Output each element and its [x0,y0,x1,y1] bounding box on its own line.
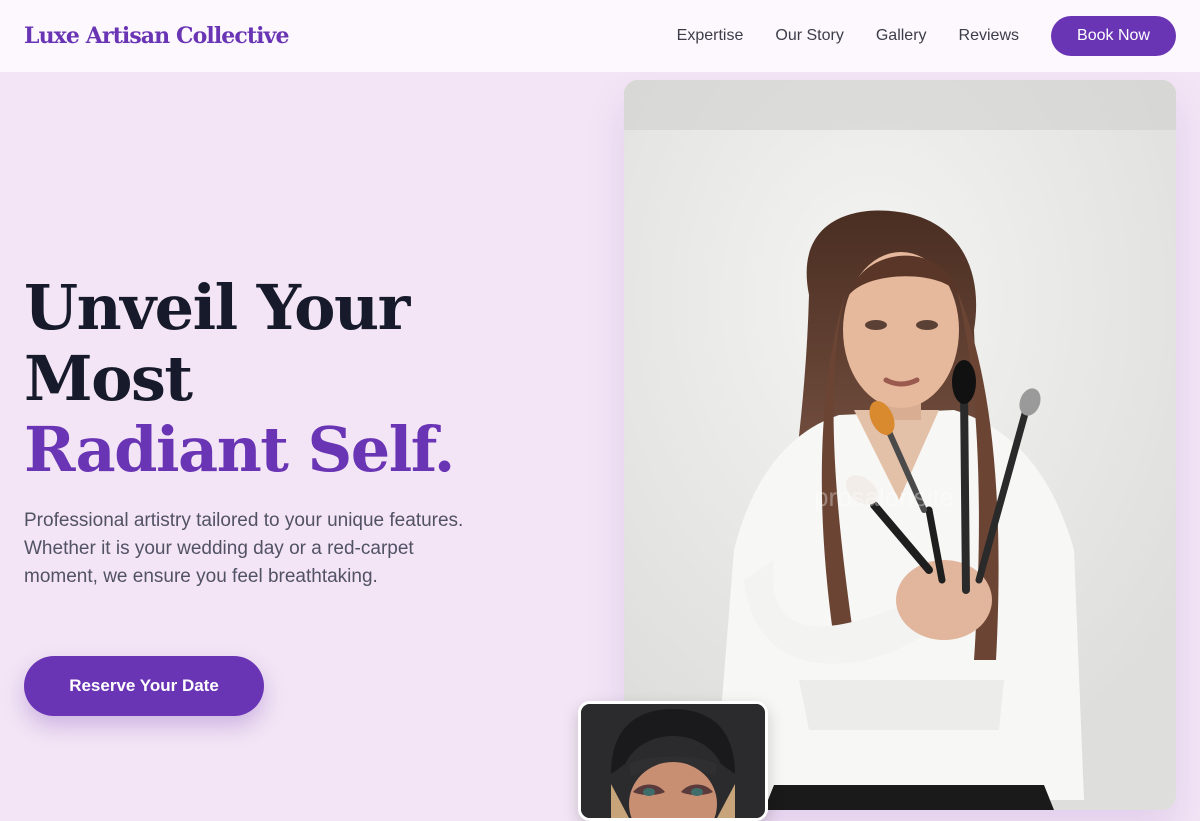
nav-link-expertise[interactable]: Expertise [677,27,744,45]
nav-link-reviews[interactable]: Reviews [959,27,1019,45]
thumbnail-image [581,704,765,818]
site-header: Luxe Artisan Collective Expertise Our St… [0,0,1200,72]
main-nav: Expertise Our Story Gallery Reviews Book… [645,16,1176,56]
nav-link-our-story[interactable]: Our Story [775,27,843,45]
image-watermark: prosalonsite [814,482,955,512]
hero-copy: Unveil Your Most Radiant Self. Professio… [24,272,484,591]
turban-portrait-illustration [581,704,765,818]
headline-line-1: Unveil Your [24,271,410,344]
gallery-thumbnail[interactable] [578,701,768,821]
hero-subtitle: Professional artistry tailored to your u… [24,510,464,587]
hero-headline: Unveil Your Most Radiant Self. [24,272,484,485]
headline-accent: Radiant Self. [24,413,455,486]
headline-line-2: Most [24,342,193,415]
reserve-date-button[interactable]: Reserve Your Date [24,656,264,716]
nav-link-gallery[interactable]: Gallery [876,27,927,45]
book-now-button[interactable]: Book Now [1051,16,1176,56]
brand-logo[interactable]: Luxe Artisan Collective [24,23,290,49]
